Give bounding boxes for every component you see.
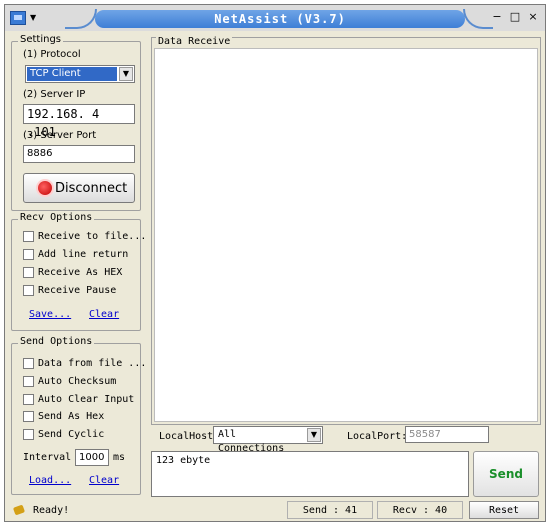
ready-text: Ready! [33, 504, 70, 516]
netassist-window: ▼ NetAssist (V3.7) − □ × Settings (1) Pr… [4, 4, 546, 522]
send-clear-link[interactable]: Clear [89, 475, 119, 486]
chevron-down-icon[interactable]: ▼ [307, 428, 321, 442]
data-receive-title: Data Receive [156, 36, 233, 47]
recv-save-link[interactable]: Save... [29, 309, 71, 320]
settings-group-title: Settings [18, 34, 64, 45]
send-option-label: Send Cyclic [38, 429, 105, 440]
server-port-label: (3) Server Port [23, 130, 97, 141]
recv-option-add-line-return[interactable]: Add line return [23, 249, 128, 260]
checkbox[interactable] [23, 394, 34, 405]
window-title: NetAssist (V3.7) [95, 10, 465, 28]
send-option-auto-clear-input[interactable]: Auto Clear Input [23, 394, 134, 405]
checkbox[interactable] [23, 267, 34, 278]
protocol-select[interactable]: TCP Client ▼ [25, 65, 135, 83]
send-option-data-from-file[interactable]: Data from file ... [23, 358, 146, 369]
window-controls: − □ × [491, 10, 539, 26]
localport-label: LocalPort: [347, 431, 408, 442]
reset-button-label: Reset [488, 504, 520, 516]
recv-option-receive-pause[interactable]: Receive Pause [23, 285, 116, 296]
interval-input[interactable]: 1000 [75, 449, 109, 466]
checkbox[interactable] [23, 285, 34, 296]
recv-count-text: Recv : 40 [392, 504, 448, 516]
interval-label: Interval [23, 452, 72, 463]
protocol-value: TCP Client [27, 67, 117, 81]
system-menu[interactable]: ▼ [7, 8, 49, 27]
close-icon[interactable]: × [527, 10, 539, 26]
title-decoration-left [65, 9, 97, 29]
send-option-send-cyclic[interactable]: Send Cyclic [23, 429, 104, 440]
recv-option-receive-to-file[interactable]: Receive to file... [23, 231, 146, 242]
send-option-label: Data from file ... [38, 358, 147, 369]
checkbox[interactable] [23, 376, 34, 387]
ready-status: Ready! [13, 504, 69, 516]
recv-clear-link[interactable]: Clear [89, 309, 119, 320]
recv-option-label: Receive Pause [38, 285, 117, 296]
send-button-label: Send [489, 467, 523, 481]
data-receive-textarea[interactable] [154, 48, 538, 422]
server-port-input[interactable]: 8886 [23, 145, 135, 163]
checkbox[interactable] [23, 231, 34, 242]
disconnect-button[interactable]: Disconnect [23, 173, 135, 203]
server-ip-input[interactable]: 192.168. 4 .101 [23, 104, 135, 139]
interval-value: 1000 [79, 452, 105, 463]
localhost-label: LocalHost: [159, 431, 220, 442]
send-load-link[interactable]: Load... [29, 475, 71, 486]
server-port-value: 8886 [27, 148, 53, 159]
recv-options-title: Recv Options [18, 212, 95, 223]
send-option-auto-checksum[interactable]: Auto Checksum [23, 376, 116, 387]
recv-option-label: Add line return [38, 249, 129, 260]
disconnect-label: Disconnect [55, 180, 128, 196]
pencil-icon [13, 504, 25, 516]
app-icon [10, 10, 26, 25]
reset-button[interactable]: Reset [469, 501, 539, 519]
interval-unit: ms [113, 452, 126, 463]
server-ip-label: (2) Server IP [23, 89, 86, 100]
data-receive-panel: Data Receive [151, 36, 541, 425]
status-bar: Ready! Send : 41 Recv : 40 Reset [5, 499, 545, 521]
send-input[interactable]: 123 ebyte [151, 451, 469, 497]
send-button[interactable]: Send [473, 451, 539, 497]
checkbox[interactable] [23, 411, 34, 422]
localhost-select[interactable]: All Connections ▼ [213, 426, 323, 454]
chevron-down-icon[interactable]: ▼ [119, 67, 133, 81]
chevron-down-icon: ▼ [30, 13, 37, 22]
recv-option-receive-as-hex[interactable]: Receive As HEX [23, 267, 122, 278]
maximize-icon[interactable]: □ [509, 10, 521, 26]
checkbox[interactable] [23, 429, 34, 440]
minimize-icon[interactable]: − [491, 10, 503, 26]
localport-value: 58587 [409, 429, 441, 440]
send-option-send-as-hex[interactable]: Send As Hex [23, 411, 104, 422]
localport-input[interactable]: 58587 [405, 426, 489, 443]
recv-option-label: Receive As HEX [38, 267, 123, 278]
checkbox[interactable] [23, 358, 34, 369]
send-option-label: Auto Checksum [38, 376, 117, 387]
connection-status-icon [38, 181, 52, 195]
send-count-text: Send : 41 [302, 504, 358, 516]
send-option-label: Auto Clear Input [38, 394, 135, 405]
send-option-label: Send As Hex [38, 411, 105, 422]
localhost-value: All Connections [215, 428, 305, 454]
send-options-title: Send Options [18, 336, 95, 347]
send-input-value: 123 ebyte [156, 455, 211, 466]
send-count: Send : 41 [287, 501, 373, 519]
protocol-label: (1) Protocol [23, 49, 81, 60]
checkbox[interactable] [23, 249, 34, 260]
recv-count: Recv : 40 [377, 501, 463, 519]
title-decoration-right [463, 9, 493, 29]
recv-option-label: Receive to file... [38, 231, 147, 242]
title-bar[interactable]: ▼ NetAssist (V3.7) − □ × [5, 5, 545, 31]
